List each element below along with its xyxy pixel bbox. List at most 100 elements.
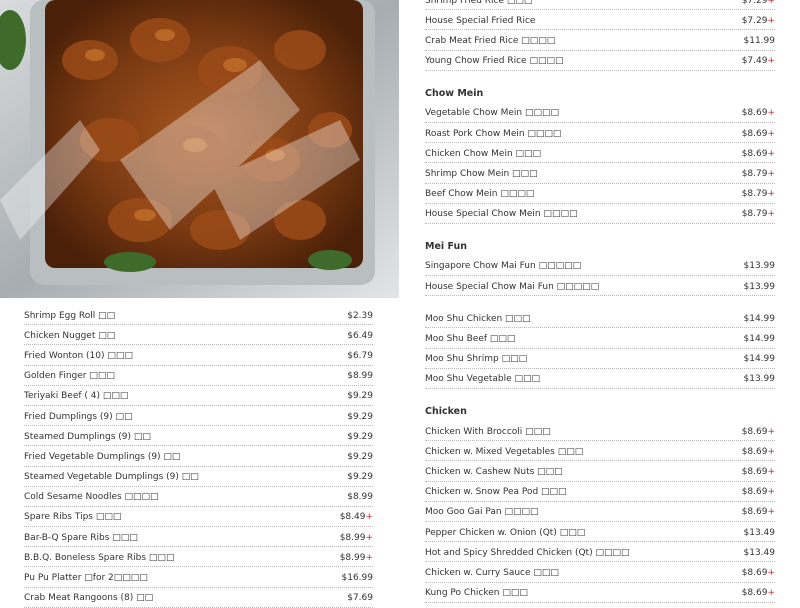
menu-item-price: $8.69 xyxy=(741,507,768,518)
menu-item-price: $8.99 xyxy=(347,492,373,503)
menu-item-price-group: $8.69 + xyxy=(742,588,775,598)
menu-item-price: $6.49 xyxy=(347,330,373,341)
menu-item-price-group: $13.49 xyxy=(744,528,776,538)
menu-item-name: Chicken w. Curry Sauce □□□ xyxy=(425,567,559,578)
menu-item-price: $13.99 xyxy=(743,374,776,385)
menu-item-name: Chicken w. Cashew Nuts □□□ xyxy=(425,466,563,477)
menu-item-price: $11.99 xyxy=(743,35,776,46)
menu-item-row: Spare Ribs Tips □□□ $8.49 + xyxy=(24,507,373,528)
menu-item-price: $13.99 xyxy=(743,281,776,292)
menu-item-row: House Special Chow Mein □□□□ $8.79 + xyxy=(425,204,775,224)
menu-item-price: $13.49 xyxy=(743,547,776,558)
menu-item-price: $13.49 xyxy=(743,527,776,538)
menu-item-name: Moo Shu Chicken □□□ xyxy=(425,313,531,324)
menu-item-price-group: $8.69 + xyxy=(742,108,775,118)
menu-item-price: $8.69 xyxy=(741,128,768,139)
menu-item-price: $8.79 xyxy=(741,168,768,179)
menu-item-name: Chicken w. Mixed Vegetables □□□ xyxy=(425,446,584,457)
menu-item-row: Cold Sesame Noodles □□□□ $8.99 xyxy=(24,487,373,507)
menu-item-name: House Special Chow Mein □□□□ xyxy=(425,209,578,220)
orange-chicken-image xyxy=(0,0,399,298)
menu-item-name: Teriyaki Beef ( 4) □□□ xyxy=(24,391,129,402)
menu-item-name: Steamed Dumplings (9) □□ xyxy=(24,431,151,442)
menu-item-name: Shrimp Egg Roll □□ xyxy=(24,310,116,321)
size-option-plus-icon: + xyxy=(365,532,373,543)
menu-item-price-group: $8.69 + xyxy=(742,568,775,578)
menu-item-row: Bar-B-Q Spare Ribs □□□ $8.99 + xyxy=(24,527,373,548)
menu-item-price-group: $8.99 xyxy=(347,492,373,502)
menu-item-price-group: $8.99 + xyxy=(340,533,373,543)
menu-item-price-group: $16.99 xyxy=(342,573,374,583)
menu-item-row: Steamed Dumplings (9) □□ $9.29 xyxy=(24,426,373,447)
menu-item-price: $9.29 xyxy=(347,431,373,442)
menu-item-price-group: $7.29 + xyxy=(742,0,775,6)
menu-item-name: Moo Goo Gai Pan □□□□ xyxy=(425,507,539,518)
size-option-plus-icon: + xyxy=(767,507,775,518)
menu-item-row: Moo Shu Vegetable □□□ $13.99 xyxy=(425,369,775,389)
menu-item-price: $7.29 xyxy=(741,0,768,6)
menu-item-price-group: $14.99 xyxy=(744,334,776,344)
menu-item-row: Fried Dumplings (9) □□ $9.29 xyxy=(24,406,373,427)
menu-item-price-group: $9.29 xyxy=(347,412,373,422)
menu-item-name: Vegetable Chow Mein □□□□ xyxy=(425,108,559,119)
menu-item-price-group: $8.69 + xyxy=(742,447,775,457)
menu-item-price-group: $8.79 + xyxy=(742,169,775,179)
moo-shu-list: Moo Shu Chicken □□□ $14.99 Moo Shu Beef □□… xyxy=(425,308,775,389)
menu-item-row: Moo Goo Gai Pan □□□□ $8.69 + xyxy=(425,502,775,522)
menu-item-price-group: $8.79 + xyxy=(742,209,775,219)
menu-item-row: Chicken w. Snow Pea Pod □□□ $8.69 + xyxy=(425,482,775,502)
size-option-plus-icon: + xyxy=(767,466,775,477)
food-photo xyxy=(0,0,399,298)
menu-item-price-group: $8.99 xyxy=(347,371,373,381)
menu-item-row: Moo Shu Beef □□□ $14.99 xyxy=(425,328,776,349)
menu-item-name: Chicken With Broccoli □□□ xyxy=(425,426,551,437)
menu-item-price-group: $8.49 + xyxy=(340,512,373,522)
menu-item-price: $8.69 xyxy=(741,466,768,477)
menu-item-row: Pepper Chicken w. Onion (Qt) □□□ $13.49 xyxy=(425,522,776,543)
menu-item-price-group: $2.39 xyxy=(347,311,373,321)
menu-item-row: Moo Shu Chicken □□□ $14.99 xyxy=(425,308,776,329)
menu-item-name: Young Chow Fried Rice □□□□ xyxy=(425,56,564,67)
menu-item-name: House Special Chow Mai Fun □□□□□ xyxy=(425,281,600,292)
menu-item-name: Chicken Nugget □□ xyxy=(24,330,116,341)
menu-item-row: Teriyaki Beef ( 4) □□□ $9.29 xyxy=(24,386,373,406)
size-option-plus-icon: + xyxy=(767,108,775,119)
section-title-chicken: Chicken xyxy=(425,406,467,417)
menu-item-price: $8.69 xyxy=(741,567,768,578)
menu-item-name: Spare Ribs Tips □□□ xyxy=(24,512,122,523)
menu-item-row: Chicken w. Curry Sauce □□□ $8.69 + xyxy=(425,562,775,583)
menu-item-price-group: $8.69 + xyxy=(742,427,775,437)
menu-item-row: Singapore Chow Mai Fun □□□□□ $13.99 xyxy=(425,256,776,277)
chicken-list: Chicken With Broccoli □□□ $8.69 + Chicken w… xyxy=(425,421,775,603)
menu-item-row: Chicken With Broccoli □□□ $8.69 + xyxy=(425,421,775,442)
menu-item-row: Golden Finger □□□ $8.99 xyxy=(24,366,373,386)
menu-item-row: Beef Chow Mein □□□□ $8.79 + xyxy=(425,184,775,204)
menu-item-row: Chicken w. Mixed Vegetables □□□ $8.69 + xyxy=(425,441,775,462)
section-title-mei-fun: Mei Fun xyxy=(425,240,468,252)
menu-item-row: Hot and Spicy Shredded Chicken (Qt) □□□□… xyxy=(425,542,776,563)
mei-fun-list: Singapore Chow Mai Fun □□□□□ $13.99 House … xyxy=(425,256,776,297)
menu-item-price-group: $7.69 xyxy=(347,593,373,603)
menu-item-row: B.B.Q. Boneless Spare Ribs □□□ $8.99 + xyxy=(24,547,373,568)
menu-item-name: Moo Shu Shrimp □□□ xyxy=(425,354,528,365)
menu-item-price-group: $9.29 xyxy=(347,472,373,482)
menu-item-price: $7.49 xyxy=(741,56,768,67)
menu-item-price: $9.29 xyxy=(347,451,373,462)
menu-item-price-group: $14.99 xyxy=(744,314,776,324)
menu-item-price: $8.99 xyxy=(339,532,366,543)
menu-item-row: Shrimp Chow Mein □□□ $8.79 + xyxy=(425,163,775,184)
menu-item-price: $14.99 xyxy=(743,354,776,365)
menu-item-name: Moo Shu Vegetable □□□ xyxy=(425,374,541,385)
menu-item-name: Fried Vegetable Dumplings (9) □□ xyxy=(24,451,181,462)
menu-item-row: Roast Pork Chow Mein □□□□ $8.69 + xyxy=(425,123,775,144)
menu-item-name: House Special Fried Rice xyxy=(425,15,536,26)
menu-item-price: $7.69 xyxy=(347,593,373,604)
menu-item-name: Fried Dumplings (9) □□ xyxy=(24,411,133,422)
menu-item-price: $14.99 xyxy=(743,334,776,345)
menu-item-price: $13.99 xyxy=(743,261,776,272)
menu-item-price-group: $8.69 + xyxy=(742,149,775,159)
size-option-plus-icon: + xyxy=(767,446,775,457)
menu-item-row: Shrimp Egg Roll □□ $2.39 xyxy=(24,305,373,326)
appetizers-list: Shrimp Egg Roll □□ $2.39 Chicken Nugget □□… xyxy=(24,305,373,608)
menu-item-row: Pu Pu Platter □for 2□□□□ $16.99 xyxy=(24,567,374,588)
